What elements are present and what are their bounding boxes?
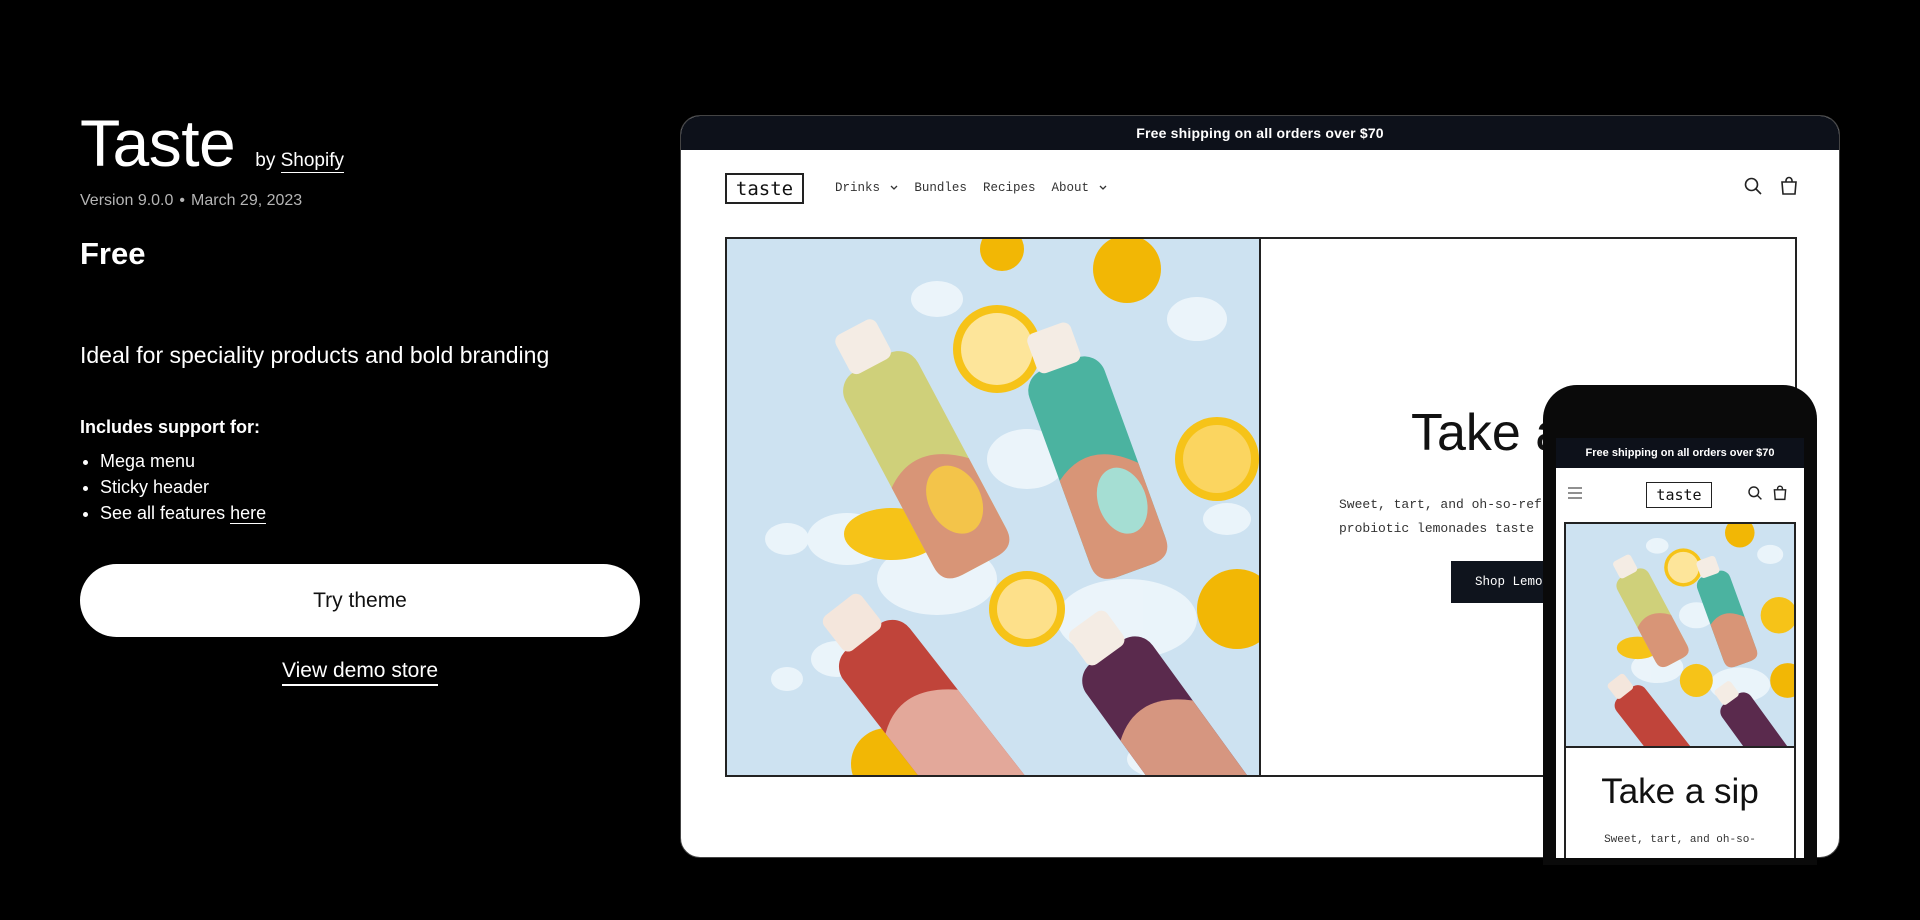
mobile-hero-title: Take a sip [1601,772,1759,811]
search-icon[interactable] [1747,485,1763,506]
theme-info: Taste by Shopify Version 9.0.0 • March 29,… [80,110,640,686]
nav-item-drinks[interactable]: Drinks [835,181,898,195]
features-here-link[interactable]: here [230,503,267,524]
search-icon[interactable] [1743,176,1763,196]
mobile-hero-image [1564,522,1796,748]
version-number: Version 9.0.0 [80,192,174,209]
view-demo-store-link[interactable]: View demo store [281,659,439,686]
chevron-down-icon [885,184,898,194]
title-row: Taste by Shopify [80,110,640,176]
mobile-announcement-bar: Free shipping on all orders over $70 [1556,438,1804,468]
nav-item-recipes[interactable]: Recipes [983,181,1036,195]
features-text: See all features [100,503,226,523]
support-item-features: See all features here [100,500,640,526]
theme-name: Taste [80,106,236,180]
nav-item-about[interactable]: About [1051,181,1107,195]
mobile-hero-text: Take a sip Sweet, tart, and oh-so- [1564,746,1796,858]
separator-dot: • [179,192,186,209]
store-header: taste Drinks Bundles Recipes About [681,150,1839,226]
hero-title: Take a [1411,404,1565,462]
demo-link-wrap: View demo store [80,659,640,686]
by-line: by Shopify [255,150,344,173]
try-theme-button[interactable]: Try theme [80,564,640,637]
hero-image [727,239,1261,775]
menu-icon[interactable] [1566,485,1584,506]
release-date: March 29, 2023 [191,192,303,209]
nav-item-label: About [1051,181,1089,195]
price: Free [80,236,146,271]
support-item-sticky-header: Sticky header [100,474,640,500]
nav-item-bundles[interactable]: Bundles [914,181,967,195]
cart-icon[interactable] [1772,485,1788,506]
cart-icon[interactable] [1779,176,1799,196]
mobile-hero-subtitle: Sweet, tart, and oh-so- [1604,834,1756,846]
mobile-preview: Free shipping on all orders over $70 tas… [1543,385,1817,865]
store-logo[interactable]: taste [725,173,804,204]
shopify-link[interactable]: Shopify [280,150,344,173]
phone-screen: Free shipping on all orders over $70 tas… [1556,438,1804,858]
mobile-store-logo[interactable]: taste [1646,482,1712,508]
by-prefix: by [255,150,276,171]
support-list: Mega menu Sticky header See all features… [80,448,640,526]
main-nav: Drinks Bundles Recipes About [835,181,1107,195]
header-icons [1743,176,1799,196]
nav-item-label: Drinks [835,181,881,195]
support-heading: Includes support for: [80,417,260,437]
support-item-mega-menu: Mega menu [100,448,640,474]
chevron-down-icon [1094,184,1107,194]
mobile-header: taste [1556,468,1804,521]
announcement-bar: Free shipping on all orders over $70 [681,116,1839,150]
tagline: Ideal for speciality products and bold b… [80,342,550,368]
version-line: Version 9.0.0 • March 29, 2023 [80,192,640,210]
